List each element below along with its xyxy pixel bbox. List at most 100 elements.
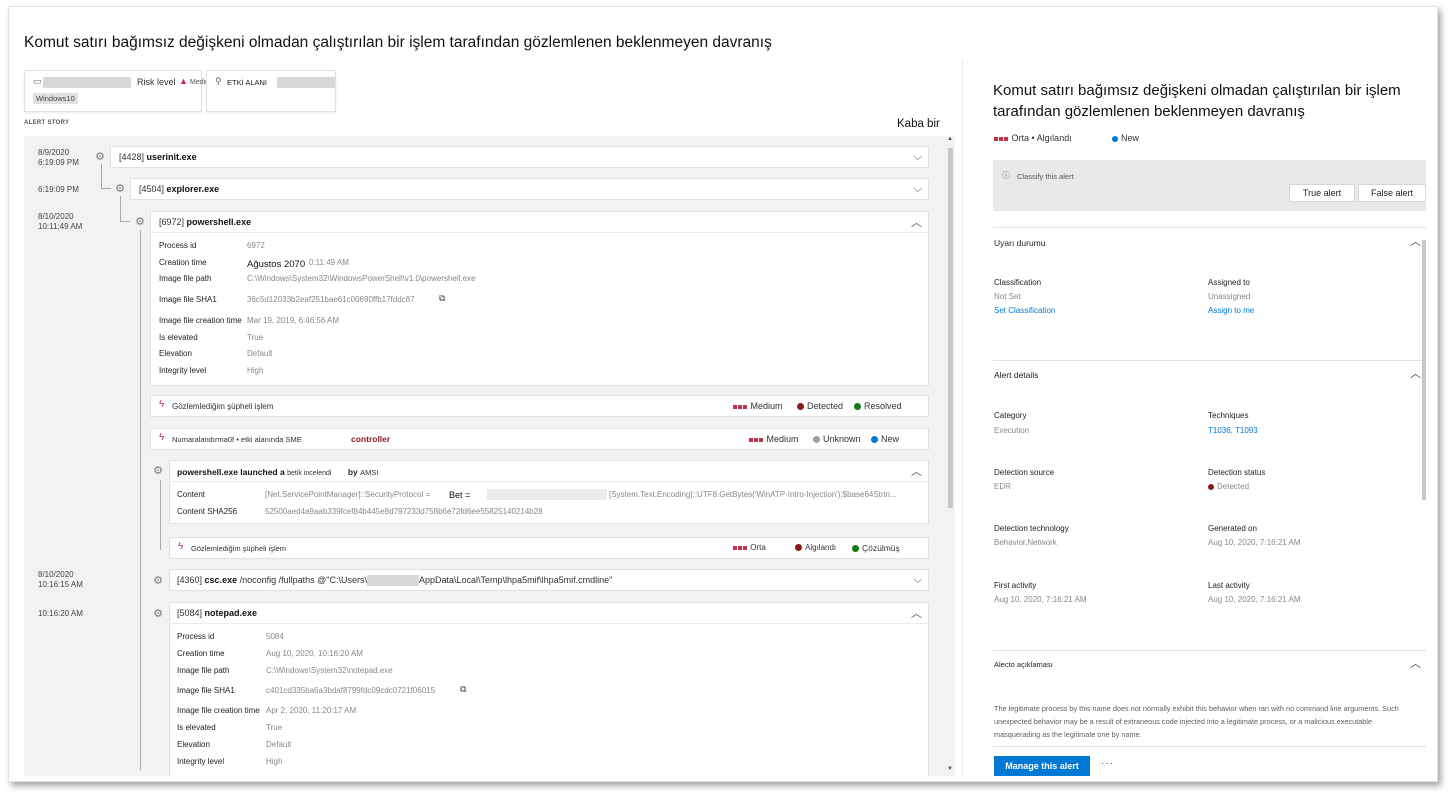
scrollbar-thumb[interactable]	[1422, 240, 1426, 500]
row-divider	[170, 481, 928, 482]
timestamp-1: 8/9/2020 6:19:09 PM	[38, 148, 79, 167]
alert-description: The legitimate process by this name does…	[994, 704, 1399, 739]
assign-to-me-link[interactable]: Assign to me	[1208, 306, 1254, 315]
device-card[interactable]: ▭ Risk level ▲ Medium Windows10	[24, 70, 215, 112]
false-alert-button[interactable]: False alert	[1358, 184, 1426, 202]
footer-divider	[993, 746, 1426, 747]
alert-title: Gözlemlediğim şüpheli işlem	[191, 544, 287, 553]
more-options-icon[interactable]: ···	[1101, 758, 1114, 769]
row-divider	[170, 623, 928, 624]
alert-row-enumeration[interactable]: ϟ Numaralandırma0f • etki alanında SME c…	[150, 428, 929, 450]
generated-on-label: Generated on	[1208, 524, 1257, 533]
alert-state: Resolved	[854, 401, 902, 411]
description-section-title[interactable]: Alecto açıklaması	[994, 660, 1053, 669]
chevron-down-icon[interactable]: ⌵	[914, 574, 922, 587]
alert-state-section-title[interactable]: Uyarı durumu	[994, 238, 1046, 248]
classify-text: Classify this alert	[1017, 172, 1074, 181]
detection-status-label: Detection status	[1208, 468, 1266, 477]
first-activity-label: First activity	[994, 581, 1037, 590]
process-pid: [4360]	[177, 575, 203, 585]
chevron-up-icon[interactable]: ︿	[1410, 655, 1421, 671]
process-row-userinit[interactable]: [4428] userinit.exe ⌵	[110, 146, 929, 168]
process-row-explorer[interactable]: [4504] explorer.exe ⌵	[130, 178, 929, 200]
process-args: /noconfig /fullpaths @"C:\Users\	[239, 575, 367, 585]
alert-row-amsi[interactable]: ϟ Gözlemlediğim şüpheli işlem Orta Algıl…	[169, 537, 929, 559]
chevron-down-icon[interactable]: ⌵	[914, 151, 922, 164]
timeline-scrollbar[interactable]: ▲ ▼	[946, 136, 955, 776]
alert-state: New	[871, 434, 899, 444]
detection-status-value: Detected	[1208, 482, 1249, 491]
tree-connector	[101, 164, 102, 188]
first-activity-value: Aug 10, 2020, 7:16:21 AM	[994, 595, 1087, 604]
process-gear-icon: ⚙	[115, 183, 125, 195]
detection-status: Algılandı	[795, 543, 836, 552]
details-scrollbar[interactable]	[1421, 228, 1427, 743]
panel-divider	[962, 60, 963, 775]
copy-icon[interactable]: ⧉	[460, 684, 466, 695]
detection-source-value: EDR	[994, 482, 1011, 491]
chevron-up-icon[interactable]: ︿	[911, 214, 922, 230]
amsi-event-row[interactable]: powershell.exe launched a betik incelend…	[169, 460, 929, 524]
alert-bolt-icon: ϟ	[178, 541, 184, 552]
chevron-up-icon[interactable]: ︿	[911, 463, 922, 479]
event-gear-icon: ⚙	[153, 465, 163, 477]
set-classification-link[interactable]: Set Classification	[994, 306, 1055, 315]
device-name-redacted	[43, 77, 131, 88]
process-gear-icon: ⚙	[153, 608, 163, 620]
process-row-powershell[interactable]: [6972] powershell.exe ︿ Process id 6972 C…	[150, 211, 929, 386]
process-row-notepad[interactable]: [5084] notepad.exe ︿ Process id 5084 Crea…	[169, 602, 929, 776]
tree-connector	[120, 196, 121, 221]
alert-title: Gözlemlediğim şüpheli işlem	[172, 402, 274, 411]
true-alert-button[interactable]: True alert	[1289, 184, 1355, 202]
severity-status: Orta • Algılandı	[994, 133, 1072, 143]
chevron-up-icon[interactable]: ︿	[1410, 233, 1421, 249]
content-redacted	[487, 489, 607, 500]
detection-technology-label: Detection technology	[994, 524, 1069, 533]
amsi-title-small: betik incelendi	[287, 470, 332, 477]
process-row-csc[interactable]: [4360] csc.exe /noconfig /fullpaths @"C:…	[169, 569, 929, 591]
scroll-down-icon[interactable]: ▼	[947, 766, 953, 772]
alert-story-timeline: 8/9/2020 6:19:09 PM 6:19:09 PM 8/10/2020 1…	[24, 136, 946, 776]
amsi-by: by	[347, 467, 358, 477]
os-tag: Windows10	[33, 93, 78, 104]
techniques-link[interactable]: T1036, T1093	[1208, 426, 1258, 435]
manage-alert-button[interactable]: Manage this alert	[994, 756, 1090, 776]
user-card[interactable]: ⚲ ETKİ ALANI	[206, 70, 336, 112]
section-divider	[993, 650, 1426, 651]
chevron-down-icon[interactable]: ⌵	[914, 183, 922, 196]
device-icon: ▭	[33, 76, 42, 86]
timestamp-5: 10:16:20 AM	[38, 609, 83, 618]
chevron-up-icon[interactable]: ︿	[911, 605, 922, 621]
techniques-label: Techniques	[1208, 411, 1249, 420]
alert-story-label: ALERT STORY	[24, 120, 70, 126]
process-pid: [5084]	[177, 608, 203, 618]
amsi-source: AMSI	[360, 468, 379, 477]
process-pid: [6972]	[159, 217, 185, 227]
scroll-up-icon[interactable]: ▲	[947, 136, 953, 142]
copy-icon[interactable]: ⧉	[439, 293, 445, 304]
tree-connector	[140, 230, 141, 770]
alert-details-section-title[interactable]: Alert details	[994, 370, 1038, 380]
chevron-up-icon[interactable]: ︿	[1410, 365, 1421, 381]
classify-box: ⓘ Classify this alert True alert False a…	[993, 160, 1426, 211]
alert-row-suspicious-process[interactable]: ϟ Gözlemlediğim şüpheli işlem Medium Det…	[150, 395, 929, 417]
severity-badge: Orta	[733, 543, 766, 552]
category-label: Category	[994, 411, 1027, 420]
info-icon: ⓘ	[1002, 171, 1010, 180]
risk-level-label: Risk level	[137, 77, 176, 87]
severity-badge: Medium	[733, 401, 783, 411]
last-activity-value: Aug 10, 2020, 7:16:21 AM	[1208, 595, 1301, 604]
assigned-to-label: Assigned to	[1208, 278, 1250, 287]
process-name: csc.exe	[204, 575, 238, 585]
detection-status: Detected	[797, 401, 843, 411]
process-name: powershell.exe	[186, 217, 252, 227]
process-pid: [4428]	[119, 152, 145, 162]
expand-all-link[interactable]: Kaba bir	[897, 118, 940, 130]
amsi-title: powershell.exe launched a	[177, 467, 285, 477]
user-name-redacted	[277, 77, 335, 88]
section-divider	[993, 227, 1426, 228]
category-value: Execution	[994, 426, 1030, 435]
severity-badge: Medium	[749, 434, 799, 444]
scrollbar-thumb[interactable]	[948, 148, 953, 508]
new-badge: New	[1112, 133, 1139, 143]
